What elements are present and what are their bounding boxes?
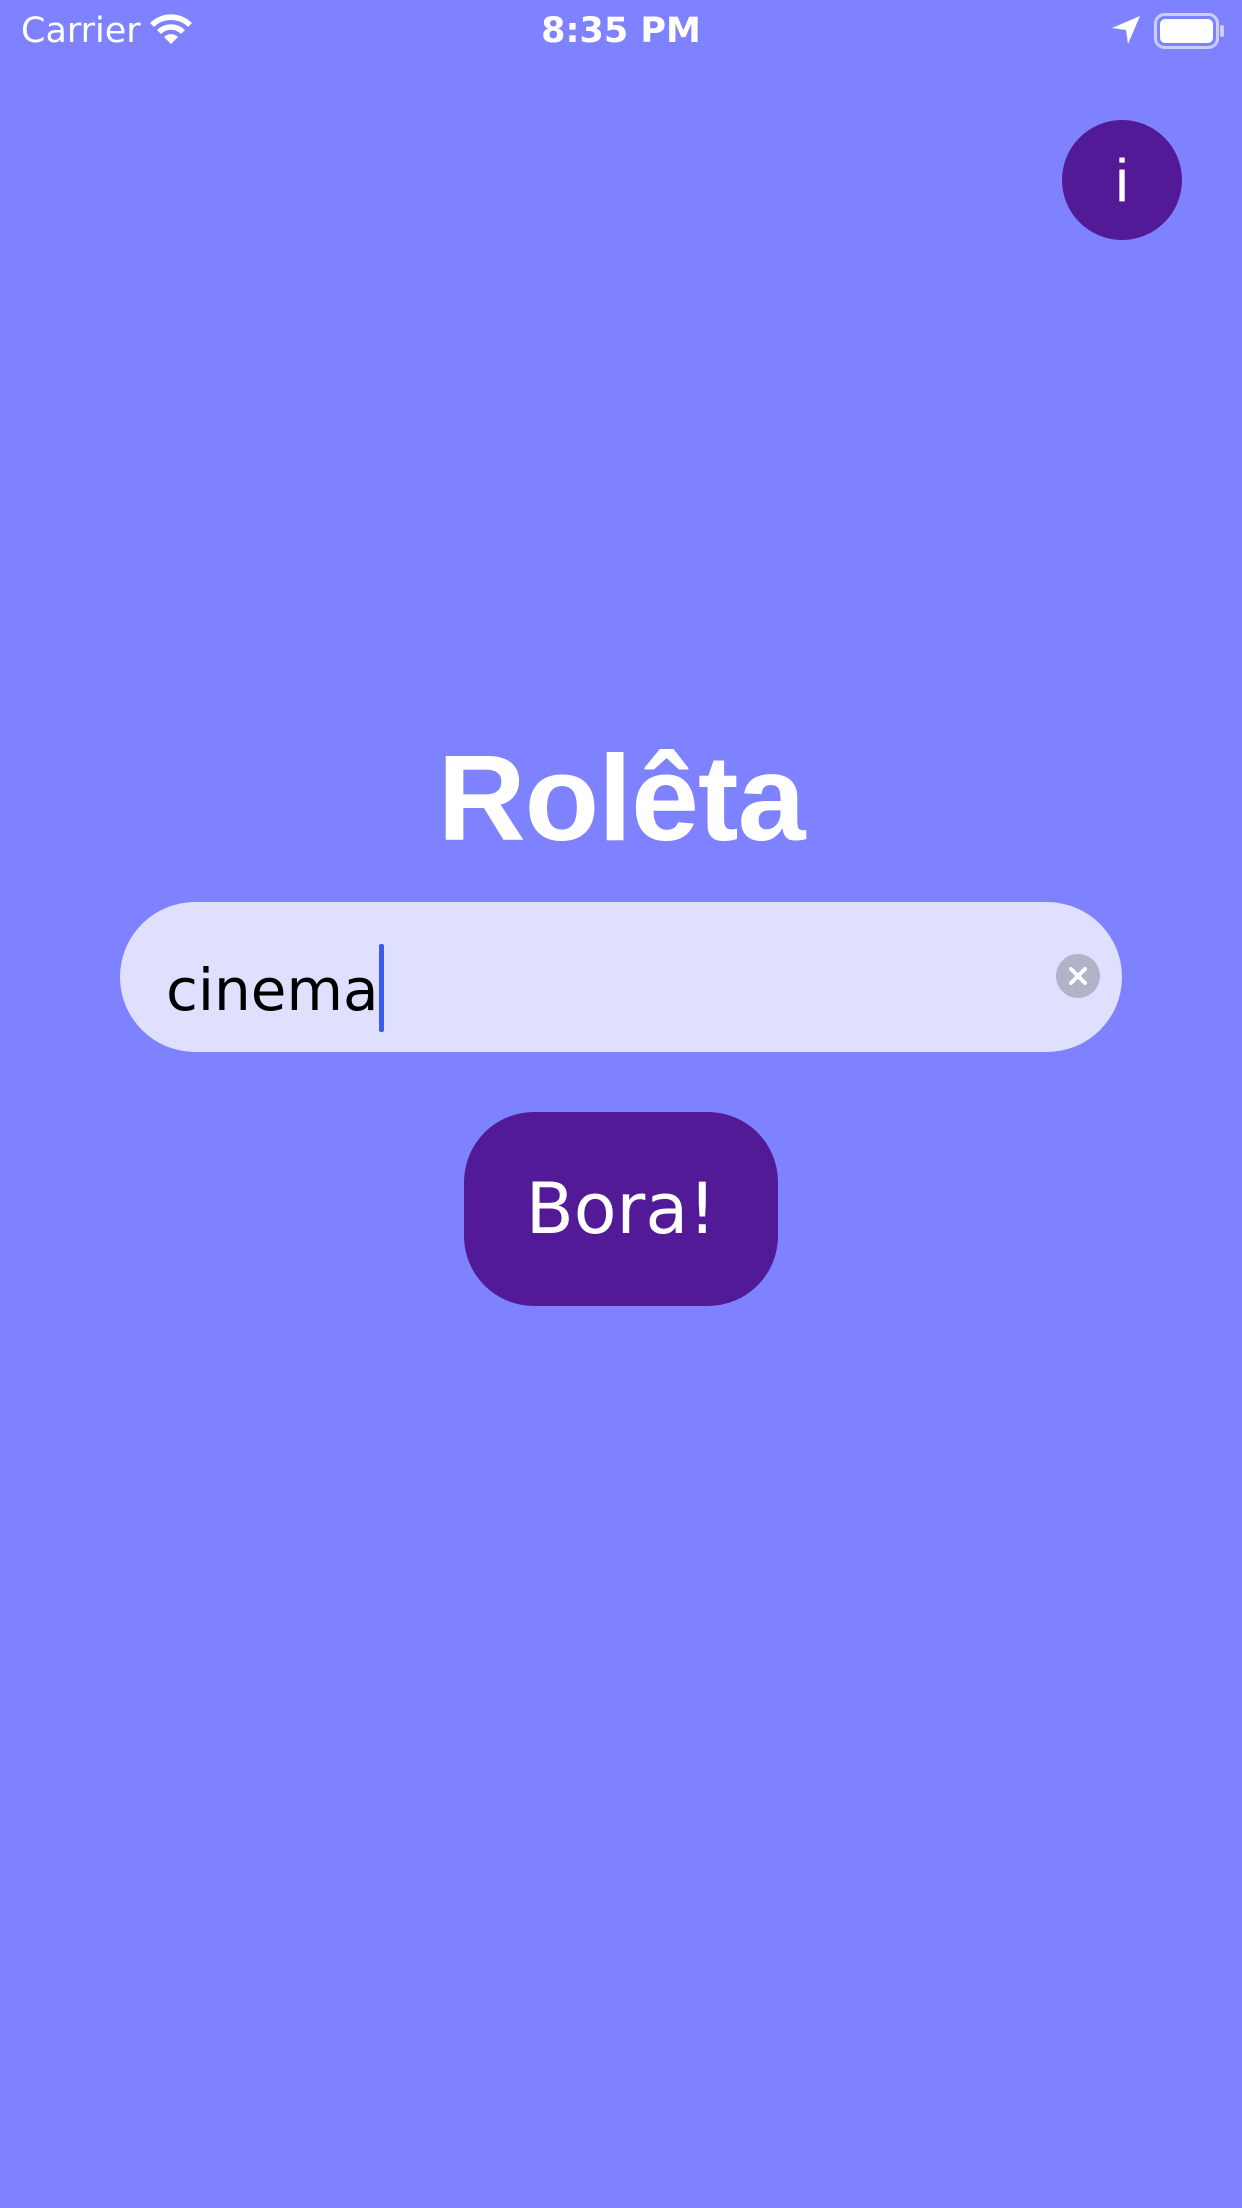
- status-bar: Carrier 8:35 PM: [0, 0, 1242, 62]
- search-value-text: cinema: [166, 956, 379, 1024]
- search-input-value: cinema: [166, 944, 384, 1032]
- info-button[interactable]: i: [1062, 120, 1182, 240]
- bora-button[interactable]: Bora!: [464, 1112, 778, 1306]
- text-caret: [378, 944, 384, 1032]
- info-icon: i: [1115, 146, 1129, 214]
- app-title: Rolêta: [437, 730, 806, 866]
- battery-icon: [1154, 13, 1226, 49]
- location-arrow-icon: [1110, 14, 1142, 46]
- search-input[interactable]: cinema: [120, 902, 1122, 1052]
- status-time: 8:35 PM: [541, 11, 701, 51]
- clear-icon[interactable]: [1056, 954, 1100, 998]
